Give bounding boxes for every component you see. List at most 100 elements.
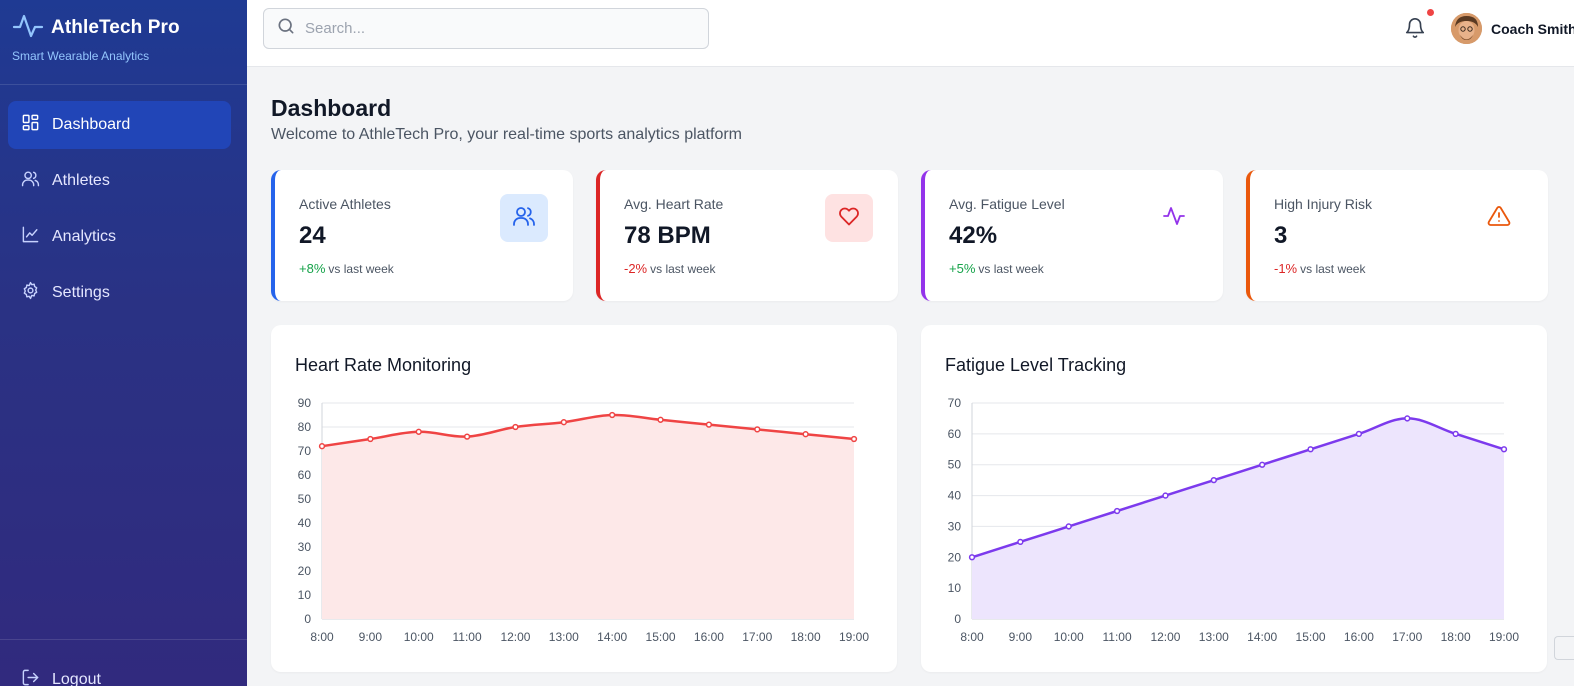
notifications-button[interactable] (1404, 16, 1426, 40)
warning-icon (1487, 204, 1511, 233)
data-point[interactable] (1500, 446, 1508, 453)
stat-label: High Injury Risk (1274, 196, 1373, 212)
stat-icon-box (500, 194, 548, 242)
stat-delta-suffix: vs last week (328, 262, 394, 276)
data-point[interactable] (1307, 446, 1314, 453)
data-point[interactable] (1017, 538, 1024, 546)
y-tick-label: 70 (948, 396, 962, 410)
stat-delta: -2% vs last week (624, 261, 715, 276)
fatigue-chart-card: Fatigue Level Tracking 0 10 20 30 40 50 60 70 8:… (921, 325, 1547, 672)
x-tick-label: 13:00 (549, 630, 579, 644)
x-tick-label: 9:00 (359, 630, 383, 644)
user-name[interactable]: Coach Smith (1491, 21, 1574, 37)
search-input[interactable] (305, 20, 685, 37)
activity-icon (12, 12, 44, 45)
sidebar-item-athletes[interactable]: Athletes (8, 157, 231, 205)
y-tick-label: 50 (298, 492, 312, 506)
top-header: Coach Smith (247, 0, 1574, 67)
stat-delta-value: +5% (949, 261, 976, 276)
stat-delta-value: -2% (624, 261, 648, 276)
series-area (972, 418, 1504, 619)
x-tick-label: 12:00 (500, 630, 530, 644)
x-tick-label: 10:00 (404, 630, 434, 644)
x-tick-label: 13:00 (1199, 630, 1229, 644)
divider (0, 84, 247, 85)
x-tick-label: 16:00 (1344, 630, 1374, 644)
activity-icon (1162, 204, 1186, 233)
stat-label: Active Athletes (299, 196, 391, 212)
x-tick-label: 12:00 (1150, 630, 1180, 644)
sidebar-item-label: Analytics (52, 228, 117, 245)
data-point[interactable] (1355, 430, 1363, 438)
data-point[interactable] (512, 423, 519, 431)
data-point[interactable] (1065, 523, 1072, 530)
stat-icon-box (1150, 194, 1198, 242)
data-point[interactable] (415, 428, 422, 435)
users-icon (21, 169, 52, 193)
brand[interactable]: AthleTech Pro (0, 0, 247, 42)
sidebar-item-settings[interactable]: Settings (8, 269, 231, 317)
x-tick-label: 14:00 (1247, 630, 1277, 644)
sidebar-item-label: Settings (52, 284, 110, 301)
data-point[interactable] (1452, 430, 1459, 438)
y-tick-label: 40 (948, 489, 962, 503)
data-point[interactable] (1259, 461, 1266, 468)
stat-value: 3 (1274, 222, 1288, 249)
heart-rate-chart-card: Heart Rate Monitoring 0 10 20 30 40 50 60 70 80 9… (271, 325, 897, 672)
heart-icon (837, 204, 861, 233)
data-point[interactable] (705, 421, 713, 428)
x-tick-label: 14:00 (597, 630, 627, 644)
x-tick-label: 15:00 (646, 630, 676, 644)
data-point[interactable] (318, 443, 326, 450)
data-point[interactable] (1113, 507, 1121, 515)
page-title: Dashboard (271, 95, 392, 121)
logout-button[interactable]: Logout (21, 668, 101, 686)
data-point[interactable] (463, 433, 471, 440)
app-title: AthleTech Pro (51, 17, 180, 38)
y-tick-label: 50 (948, 458, 962, 472)
data-point[interactable] (850, 435, 858, 443)
sidebar: AthleTech Pro Smart Wearable Analytics D… (0, 0, 247, 686)
stat-card-heart-rate: Avg. Heart Rate 78 BPM -2% vs last week (596, 170, 898, 301)
stat-card-injury-risk: High Injury Risk 3 -1% vs last week (1246, 170, 1548, 301)
stat-icon-box (825, 194, 873, 242)
sidebar-item-dashboard[interactable]: Dashboard (8, 101, 231, 149)
logout-icon (21, 668, 52, 686)
sidebar-item-label: Dashboard (52, 116, 131, 133)
data-point[interactable] (560, 419, 567, 426)
stat-delta: +5% vs last week (949, 261, 1044, 276)
sidebar-item-analytics[interactable]: Analytics (8, 213, 231, 261)
search-box[interactable] (263, 8, 709, 49)
bell-icon (1404, 18, 1426, 44)
data-point[interactable] (968, 554, 976, 561)
data-point[interactable] (754, 426, 761, 433)
x-tick-label: 8:00 (960, 630, 984, 644)
x-tick-label: 15:00 (1296, 630, 1326, 644)
divider (0, 639, 247, 640)
y-tick-label: 70 (298, 444, 312, 458)
stat-delta-suffix: vs last week (1300, 262, 1366, 276)
series-area (322, 414, 854, 619)
search-icon (264, 16, 296, 41)
data-point[interactable] (367, 435, 374, 443)
data-point[interactable] (609, 411, 616, 419)
avatar[interactable] (1451, 13, 1482, 44)
sidebar-nav: Dashboard Athletes Analytics Settings (8, 101, 231, 325)
x-tick-label: 8:00 (310, 630, 334, 644)
y-tick-label: 0 (304, 612, 311, 626)
data-point[interactable] (1210, 476, 1217, 484)
scroll-handle[interactable] (1554, 636, 1574, 660)
x-tick-label: 10:00 (1054, 630, 1084, 644)
gear-icon (21, 281, 52, 305)
fatigue-chart: 0 10 20 30 40 50 60 70 8:00 9:00 10:00 11:00 12:00 13… (948, 396, 1520, 644)
stat-label: Avg. Fatigue Level (949, 196, 1065, 212)
stat-icon-box (1475, 194, 1523, 242)
notification-badge (1427, 9, 1434, 16)
data-point[interactable] (657, 416, 664, 423)
stat-delta-value: -1% (1274, 261, 1298, 276)
y-tick-label: 80 (298, 420, 312, 434)
x-tick-label: 9:00 (1009, 630, 1033, 644)
data-point[interactable] (1162, 492, 1169, 499)
data-point[interactable] (802, 431, 809, 438)
data-point[interactable] (1404, 415, 1411, 422)
